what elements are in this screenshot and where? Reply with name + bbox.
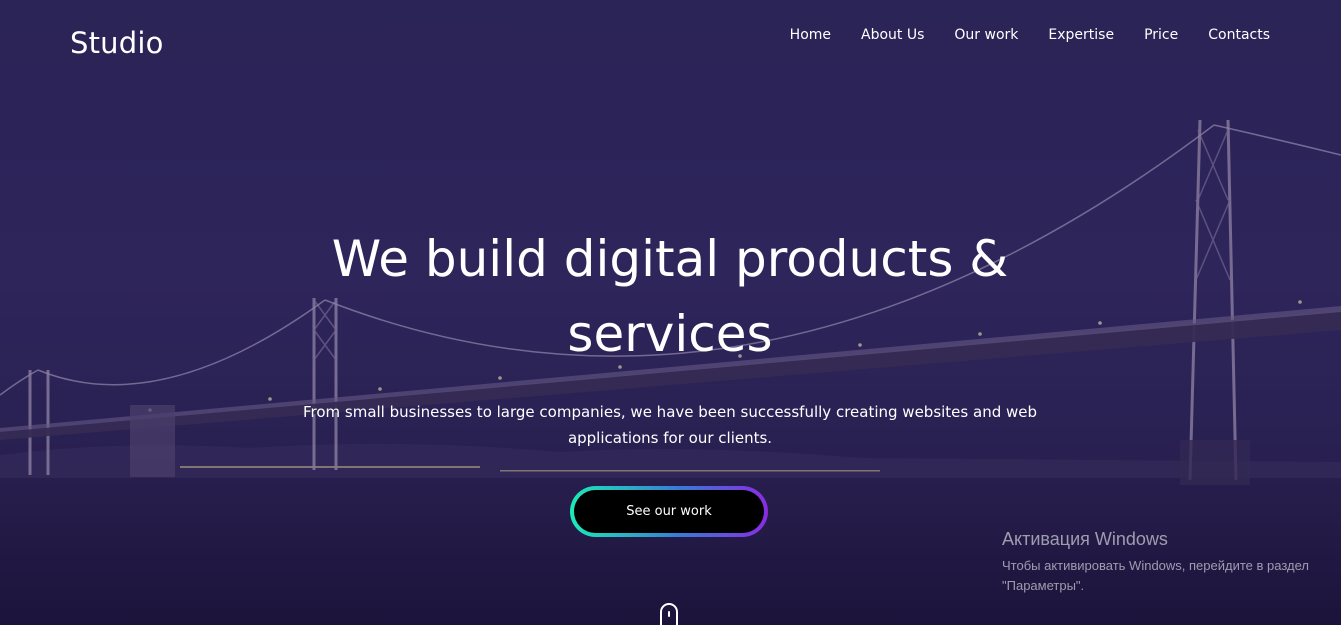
nav-price[interactable]: Price [1144,27,1178,43]
nav-about-us[interactable]: About Us [861,27,924,43]
hero-subtext: From small businesses to large companies… [302,403,1038,447]
windows-activation-title: Активация Windows [1002,529,1168,549]
nav-home[interactable]: Home [790,27,831,43]
windows-activation-text: Чтобы активировать Windows, перейдите в … [1002,558,1309,593]
hero-section: Studio Home About Us Our work Expertise … [0,0,1341,625]
nav-expertise[interactable]: Expertise [1048,27,1114,43]
logo[interactable]: Studio [70,26,164,60]
see-our-work-button[interactable]: See our work [574,490,764,533]
see-our-work-button-border[interactable]: See our work [570,486,768,537]
scroll-down-icon[interactable] [660,603,678,625]
windows-activation-watermark: Активация Windows Чтобы активировать Win… [1002,529,1312,596]
hero-headline: We build digital products & services [331,230,1009,363]
nav-contacts[interactable]: Contacts [1208,27,1270,43]
nav-our-work[interactable]: Our work [954,27,1018,43]
main-nav: Home About Us Our work Expertise Price C… [790,27,1270,43]
